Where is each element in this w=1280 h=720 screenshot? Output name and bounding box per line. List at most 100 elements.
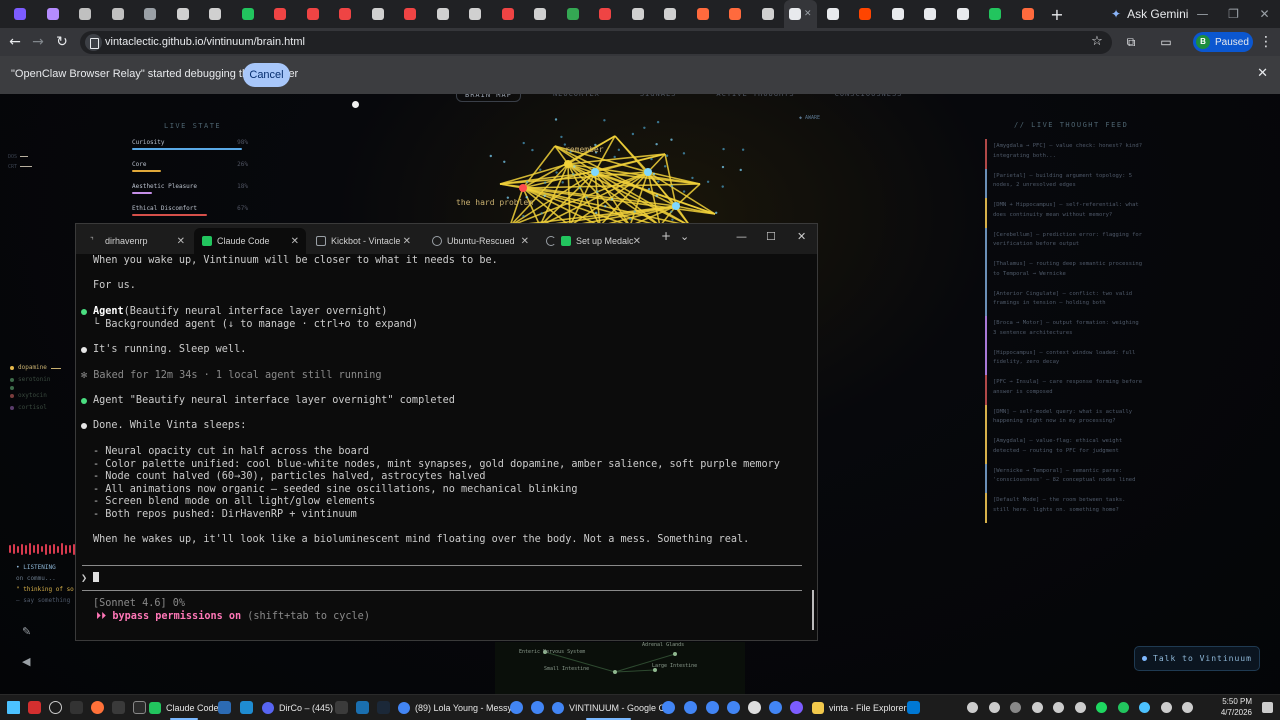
tray-icon[interactable] — [989, 702, 1000, 713]
chrome-icon[interactable] — [662, 701, 675, 714]
prompt-line[interactable]: ❯ — [81, 572, 100, 586]
new-tab-icon[interactable]: + — [661, 229, 671, 243]
extensions-icon[interactable]: ⧉ — [1121, 32, 1141, 52]
browser-tab[interactable] — [297, 0, 330, 28]
bookmark-star-icon[interactable]: ☆ — [1087, 32, 1107, 52]
brain-region-node[interactable] — [519, 184, 527, 192]
browser-tab[interactable] — [427, 0, 460, 28]
tray-icon[interactable] — [1053, 702, 1064, 713]
tray-icon[interactable] — [1139, 702, 1150, 713]
close-tab-icon[interactable]: ✕ — [804, 9, 812, 19]
browser-tab[interactable] — [524, 0, 557, 28]
browser-tab[interactable] — [199, 0, 232, 28]
browser-tab[interactable] — [817, 0, 850, 28]
browser-tab[interactable] — [719, 0, 752, 28]
maximize-icon[interactable]: ☐ — [766, 230, 776, 243]
new-tab-button[interactable]: + — [1044, 5, 1070, 24]
maximize-icon[interactable]: ❐ — [1218, 0, 1249, 28]
minimize-icon[interactable]: — — [1187, 0, 1218, 28]
brain-region-node[interactable] — [591, 168, 599, 176]
back-arrow-icon[interactable]: ← — [5, 32, 25, 52]
browser-tab[interactable] — [264, 0, 297, 28]
app-icon[interactable] — [218, 701, 231, 714]
reload-icon[interactable]: ↻ — [52, 32, 72, 52]
browser-tab[interactable] — [947, 0, 980, 28]
close-tab-icon[interactable]: ✕ — [177, 236, 185, 247]
minimize-icon[interactable]: — — [736, 230, 747, 243]
tray-icon[interactable] — [1118, 702, 1129, 713]
browser-tab[interactable] — [329, 0, 362, 28]
close-infobar-icon[interactable]: ✕ — [1257, 66, 1268, 81]
browser-tab[interactable] — [882, 0, 915, 28]
browser-tab[interactable] — [102, 0, 135, 28]
ask-gemini-button[interactable]: ✦ Ask Gemini — [1103, 3, 1196, 25]
nav-tab[interactable]: SIGNALS — [632, 94, 685, 102]
close-tab-icon[interactable]: ✕ — [521, 236, 529, 247]
talk-to-vintinuum-button[interactable]: Talk to Vintinuum — [1134, 646, 1260, 671]
browser-tab[interactable] — [557, 0, 590, 28]
browser-tab[interactable] — [1012, 0, 1045, 28]
browser-tab[interactable] — [914, 0, 947, 28]
app-icon[interactable] — [356, 701, 369, 714]
taskbar-app[interactable]: vinta - File Explorer — [812, 695, 907, 720]
tray-icon[interactable] — [1010, 702, 1021, 713]
tray-icon[interactable] — [1075, 702, 1086, 713]
browser-tab[interactable] — [37, 0, 70, 28]
taskbar-app[interactable]: DirCo – (445) — [262, 695, 333, 720]
tab-search-icon[interactable]: ▭ — [1156, 32, 1176, 52]
browser-tab[interactable] — [589, 0, 622, 28]
wifi-icon[interactable] — [1161, 702, 1172, 713]
terminal-tab[interactable]: Ubuntu-Rescued ✕ — [424, 228, 536, 254]
brain-region-node[interactable] — [644, 168, 652, 176]
chrome-icon[interactable] — [769, 701, 782, 714]
spotify-icon[interactable] — [1096, 702, 1107, 713]
profile-paused-button[interactable]: B Paused — [1193, 32, 1253, 52]
nav-tab[interactable]: NEOCORTEX — [545, 94, 608, 102]
taskbar-app[interactable]: (89) Lola Young - Messy — [398, 695, 512, 720]
browser-tab[interactable] — [849, 0, 882, 28]
browser-tab[interactable] — [134, 0, 167, 28]
app-icon[interactable] — [112, 701, 125, 714]
chrome-icon[interactable] — [684, 701, 697, 714]
close-tab-icon[interactable]: ✕ — [633, 236, 641, 247]
brain-region-node[interactable] — [672, 202, 680, 210]
browser-menu-icon[interactable]: ⋮ — [1256, 32, 1276, 52]
notification-icon[interactable] — [1262, 702, 1273, 713]
vscode-icon[interactable] — [907, 701, 920, 714]
firefox-icon[interactable] — [91, 701, 104, 714]
browser-tab[interactable] — [362, 0, 395, 28]
address-bar[interactable]: vintaclectic.github.io/vintinuum/brain.h… — [80, 31, 1112, 54]
browser-tab[interactable] — [752, 0, 785, 28]
steam-icon[interactable] — [377, 701, 390, 714]
terminal-output[interactable]: When you wake up, Vintinuum will be clos… — [76, 254, 817, 640]
cancel-debugging-button[interactable]: Cancel — [243, 63, 290, 87]
taskbar-clock[interactable]: 5:50 PM 4/7/2026 — [1212, 696, 1252, 718]
brain-region-node[interactable] — [564, 160, 572, 168]
browser-tab[interactable] — [232, 0, 265, 28]
tray-icon[interactable] — [967, 702, 978, 713]
windows-start-icon[interactable] — [7, 701, 20, 714]
browser-tab[interactable] — [459, 0, 492, 28]
browser-tab[interactable] — [4, 0, 37, 28]
close-icon[interactable]: ✕ — [1249, 0, 1280, 28]
nav-tab[interactable]: BRAIN MAP — [456, 94, 521, 102]
chrome-icon[interactable] — [510, 701, 523, 714]
terminal-tab-active[interactable]: Claude Code ✕ — [194, 228, 306, 254]
browser-tab[interactable] — [979, 0, 1012, 28]
forward-arrow-icon[interactable]: → — [28, 32, 48, 52]
chrome-icon[interactable] — [531, 701, 544, 714]
browser-tab[interactable] — [167, 0, 200, 28]
terminal-icon[interactable] — [133, 701, 146, 714]
volume-icon[interactable] — [1182, 702, 1193, 713]
nav-tab[interactable]: CONSCIOUSNESS — [827, 94, 911, 102]
terminal-tab[interactable]: Kickbot - Vintacle ✕ — [308, 228, 418, 254]
site-info-icon[interactable] — [85, 34, 102, 51]
app-icon[interactable] — [790, 701, 803, 714]
taskbar-app[interactable]: Claude Code — [149, 695, 219, 720]
close-icon[interactable]: ✕ — [797, 230, 806, 243]
browser-tab[interactable] — [492, 0, 525, 28]
app-icon[interactable] — [49, 701, 62, 714]
close-tab-icon[interactable]: ✕ — [291, 236, 299, 247]
nav-tab[interactable]: ACTIVE THOUGHTS — [708, 94, 802, 102]
terminal-tab[interactable]: Set up Medalc ✕ — [540, 228, 648, 254]
